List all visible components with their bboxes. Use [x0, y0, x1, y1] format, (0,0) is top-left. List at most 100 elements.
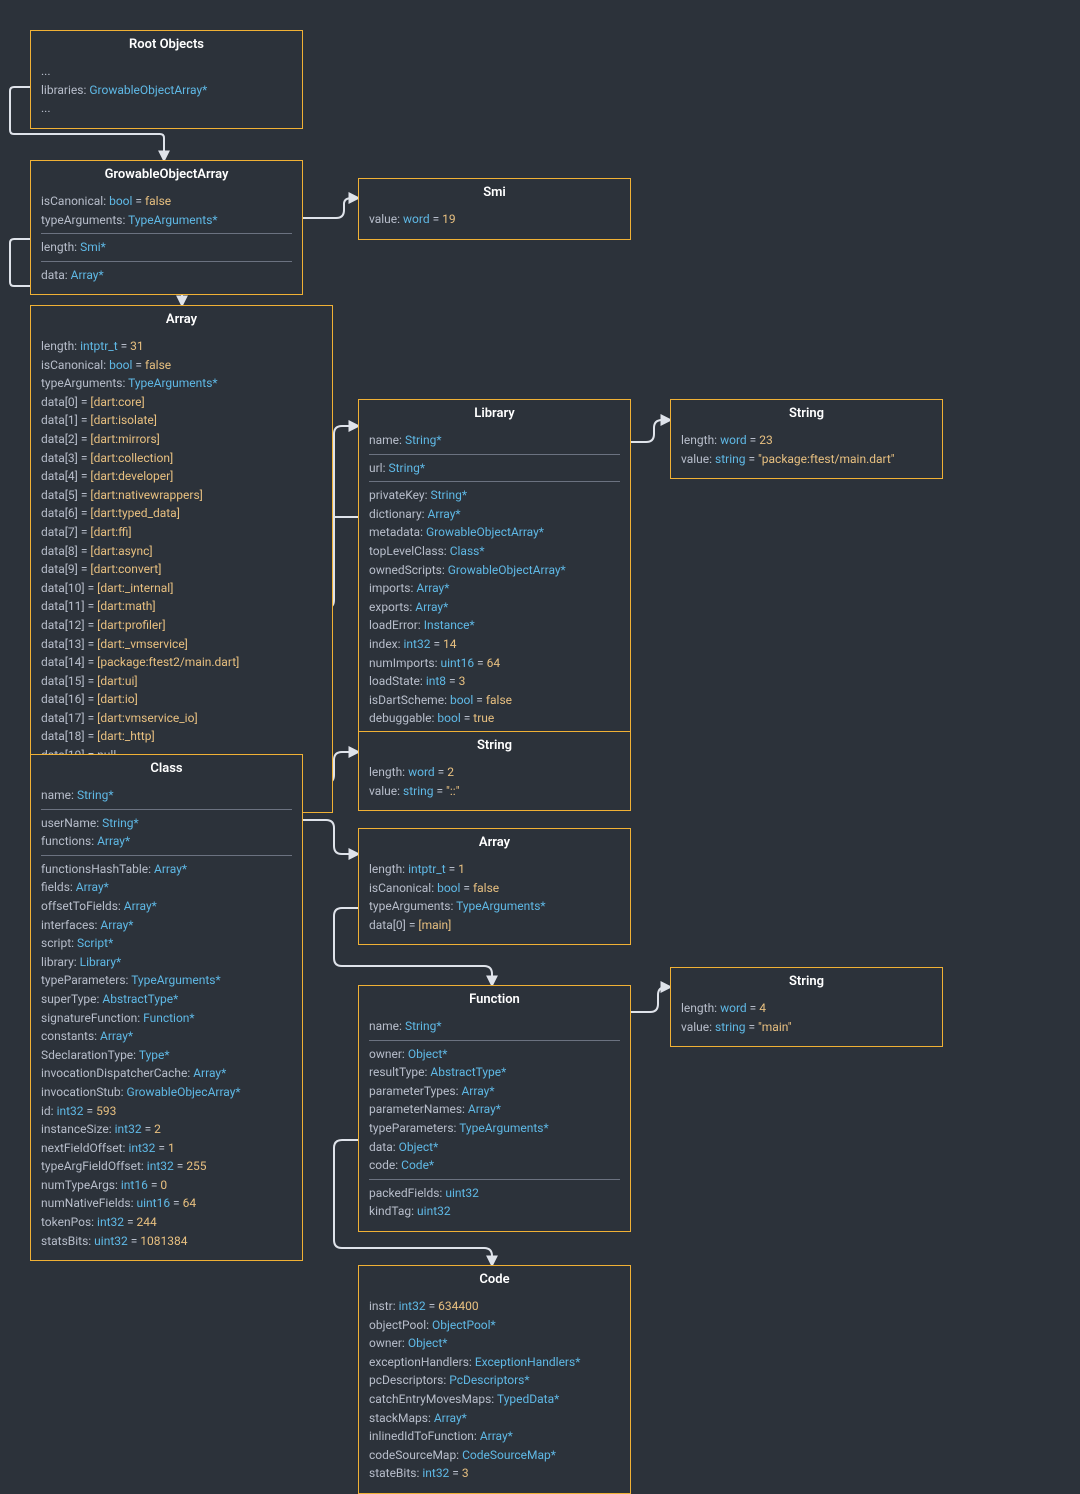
array-item-9: data[9] = [dart:convert]: [41, 560, 322, 579]
divider: [41, 809, 292, 810]
field-typearguments: typeArguments: TypeArguments*: [41, 211, 292, 230]
node-title: String: [369, 738, 620, 759]
array-item-11: data[11] = [dart:math]: [41, 597, 322, 616]
class-field: numNativeFields: uint16 = 64: [41, 1194, 292, 1213]
class-field: SdeclarationType: Type*: [41, 1046, 292, 1065]
node-title: Smi: [369, 185, 620, 206]
function-field: typeParameters: TypeArguments*: [369, 1119, 620, 1138]
class-field: script: Script*: [41, 934, 292, 953]
class-field: id: int32 = 593: [41, 1102, 292, 1121]
array-item-6: data[6] = [dart:typed_data]: [41, 504, 322, 523]
node-title: Function: [369, 992, 620, 1013]
field-length: length: word = 4: [681, 999, 932, 1018]
library-field: isDartScheme: bool = false: [369, 691, 620, 710]
code-field: stateBits: int32 = 3: [369, 1464, 620, 1483]
class-field: instanceSize: int32 = 2: [41, 1120, 292, 1139]
class-field: statsBits: uint32 = 1081384: [41, 1232, 292, 1251]
array-item-13: data[13] = [dart:_vmservice]: [41, 635, 322, 654]
field-length: length: Smi*: [41, 238, 292, 257]
node-title: Array: [41, 312, 322, 333]
divider: [369, 1179, 620, 1180]
library-field: name: String*: [369, 431, 620, 450]
array-items: data[0] = [dart:core]data[1] = [dart:iso…: [41, 393, 322, 746]
code-field: inlinedIdToFunction: Array*: [369, 1427, 620, 1446]
array-item-2: data[2] = [dart:mirrors]: [41, 430, 322, 449]
field-length: length: word = 2: [369, 763, 620, 782]
function-field: name: String*: [369, 1017, 620, 1036]
class-field: offsetToFields: Array*: [41, 897, 292, 916]
node-string-main: String length: word = 4 value: string = …: [670, 967, 943, 1047]
array-item-17: data[17] = [dart:vmservice_io]: [41, 709, 322, 728]
function-field: owner: Object*: [369, 1045, 620, 1064]
node-smi: Smi value: word = 19: [358, 178, 631, 240]
field-length: length: intptr_t = 31: [41, 337, 322, 356]
library-field: topLevelClass: Class*: [369, 542, 620, 561]
code-field: objectPool: ObjectPool*: [369, 1316, 620, 1335]
field-data: data: Array*: [41, 266, 292, 285]
library-field: exports: Array*: [369, 598, 620, 617]
field-value: value: word = 19: [369, 210, 620, 229]
class-field: tokenPos: int32 = 244: [41, 1213, 292, 1232]
ellipsis: ...: [41, 99, 292, 118]
code-field: catchEntryMovesMaps: TypedData*: [369, 1390, 620, 1409]
node-title: Class: [41, 761, 292, 782]
class-field: typeArgFieldOffset: int32 = 255: [41, 1157, 292, 1176]
ellipsis: ...: [41, 62, 292, 81]
divider: [41, 233, 292, 234]
array-item-1: data[1] = [dart:isolate]: [41, 411, 322, 430]
class-field: superType: AbstractType*: [41, 990, 292, 1009]
function-field: parameterNames: Array*: [369, 1100, 620, 1119]
class-field: functions: Array*: [41, 832, 292, 851]
field-iscanonical: isCanonical: bool = false: [41, 192, 292, 211]
field-typearguments: typeArguments: TypeArguments*: [369, 897, 620, 916]
class-field: userName: String*: [41, 814, 292, 833]
field-value: value: string = "package:ftest/main.dart…: [681, 450, 932, 469]
node-title: Code: [369, 1272, 620, 1293]
library-field: dictionary: Array*: [369, 505, 620, 524]
class-field: signatureFunction: Function*: [41, 1009, 292, 1028]
library-field: debuggable: bool = true: [369, 709, 620, 728]
class-field: typeParameters: TypeArguments*: [41, 971, 292, 990]
field-iscanonical: isCanonical: bool = false: [369, 879, 620, 898]
array-item-7: data[7] = [dart:ffi]: [41, 523, 322, 542]
node-code: Code instr: int32 = 634400objectPool: Ob…: [358, 1265, 631, 1494]
array-item-0: data[0] = [main]: [369, 916, 620, 935]
node-class: Class name: String*userName: String*func…: [30, 754, 303, 1261]
field-length: length: word = 23: [681, 431, 932, 450]
library-field: privateKey: String*: [369, 486, 620, 505]
node-title: String: [681, 974, 932, 995]
field-value: value: string = "::": [369, 782, 620, 801]
array-item-4: data[4] = [dart:developer]: [41, 467, 322, 486]
class-field: numTypeArgs: int16 = 0: [41, 1176, 292, 1195]
class-field: invocationStub: GrowableObjecArray*: [41, 1083, 292, 1102]
node-string-coloncolon: String length: word = 2 value: string = …: [358, 731, 631, 811]
node-title: Array: [369, 835, 620, 856]
divider: [41, 855, 292, 856]
divider: [369, 1040, 620, 1041]
node-array: Array length: intptr_t = 31 isCanonical:…: [30, 305, 333, 813]
library-field: loadState: int8 = 3: [369, 672, 620, 691]
array-item-12: data[12] = [dart:profiler]: [41, 616, 322, 635]
node-title: Library: [369, 406, 620, 427]
library-field: metadata: GrowableObjectArray*: [369, 523, 620, 542]
node-root-objects: Root Objects ... libraries: GrowableObje…: [30, 30, 303, 129]
class-field: interfaces: Array*: [41, 916, 292, 935]
library-field: url: String*: [369, 459, 620, 478]
node-title: Root Objects: [41, 37, 292, 58]
node-string-url: String length: word = 23 value: string =…: [670, 399, 943, 479]
function-field: resultType: AbstractType*: [369, 1063, 620, 1082]
function-field: kindTag: uint32: [369, 1202, 620, 1221]
array-item-10: data[10] = [dart:_internal]: [41, 579, 322, 598]
code-field: instr: int32 = 634400: [369, 1297, 620, 1316]
array-item-14: data[14] = [package:ftest2/main.dart]: [41, 653, 322, 672]
code-field: pcDescriptors: PcDescriptors*: [369, 1371, 620, 1390]
class-field: nextFieldOffset: int32 = 1: [41, 1139, 292, 1158]
class-field: library: Library*: [41, 953, 292, 972]
library-field: numImports: uint16 = 64: [369, 654, 620, 673]
divider: [369, 481, 620, 482]
array-item-0: data[0] = [dart:core]: [41, 393, 322, 412]
class-field: constants: Array*: [41, 1027, 292, 1046]
library-field: imports: Array*: [369, 579, 620, 598]
function-field: data: Object*: [369, 1138, 620, 1157]
node-title: String: [681, 406, 932, 427]
